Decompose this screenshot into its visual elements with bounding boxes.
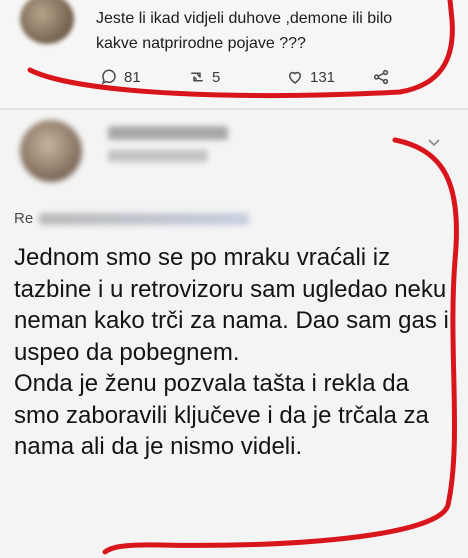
tweet-actions: 81 5 131 [100, 68, 420, 88]
reply-handle-blurred[interactable] [39, 212, 250, 225]
heart-icon [288, 71, 302, 84]
retweet-icon [191, 72, 203, 82]
like-button[interactable]: 131 [286, 68, 335, 86]
tweet-paragraph: Onda je ženu pozvala tašta i rekla da sm… [14, 370, 429, 460]
avatar[interactable] [20, 120, 82, 182]
reply-tweet[interactable]: Re Jednom smo se po mraku vraćali iz taz… [0, 110, 468, 558]
tweet-text: Jeste li ikad vidjeli duhove ,demone ili… [96, 10, 393, 52]
reply-button[interactable]: 81 [100, 68, 141, 86]
reply-icon [101, 69, 116, 85]
retweet-count: 5 [212, 68, 221, 86]
tweet-body: Jednom smo se po mraku vraćali iz tazbin… [14, 242, 454, 463]
tweet-paragraph: Jednom smo se po mraku vraćali iz tazbin… [14, 244, 449, 366]
like-count: 131 [310, 68, 336, 86]
user-name-blurred[interactable] [108, 126, 228, 140]
replying-to: Re [14, 210, 250, 227]
reply-count: 81 [124, 68, 141, 86]
avatar[interactable] [20, 0, 74, 44]
share-icon [373, 69, 389, 85]
chevron-down-icon[interactable] [426, 134, 442, 150]
top-tweet[interactable]: Jeste li ikad vidjeli duhove ,demone ili… [0, 0, 468, 108]
retweet-button[interactable]: 5 [188, 68, 220, 86]
user-handle-blurred [108, 150, 208, 162]
share-button[interactable] [372, 68, 390, 86]
reply-prefix: Re [14, 210, 34, 227]
